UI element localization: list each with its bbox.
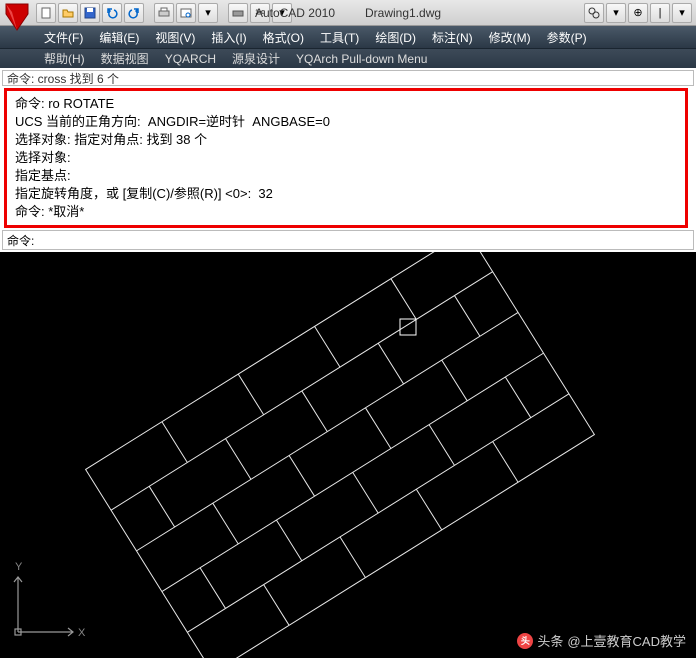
search-dropdown-icon[interactable]: ▾ [606, 3, 626, 23]
drawing-svg: X Y [0, 252, 696, 658]
file-name: Drawing1.dwg [365, 6, 441, 20]
qat-open-icon[interactable] [58, 3, 78, 23]
cmd-line: 选择对象: [15, 149, 677, 167]
drawing-canvas[interactable]: X Y 头 头条 @上壹教育CAD教学 [0, 252, 696, 658]
menubar-1: 文件(F) 编辑(E) 视图(V) 插入(I) 格式(O) 工具(T) 绘图(D… [0, 26, 696, 48]
cmd-line: 命令: *取消* [15, 203, 677, 221]
axis-y-label: Y [15, 561, 23, 573]
cmd-line: 指定基点: [15, 167, 677, 185]
menu-dimension[interactable]: 标注(N) [424, 29, 481, 46]
qat-undo-icon[interactable] [102, 3, 122, 23]
ucs-icon: X Y [14, 561, 86, 639]
cmd-line: 选择对象: 指定对角点: 找到 38 个 [15, 131, 677, 149]
command-input[interactable] [38, 233, 689, 247]
menu-yqarch[interactable]: YQARCH [157, 52, 224, 66]
cmd-line: UCS 当前的正角方向: ANGDIR=逆时针 ANGBASE=0 [15, 113, 677, 131]
menu-parametric[interactable]: 参数(P) [539, 29, 595, 46]
search-button[interactable] [584, 3, 604, 23]
menu-yqarch-pulldown[interactable]: YQArch Pull-down Menu [288, 52, 435, 66]
menu-tools[interactable]: 工具(T) [312, 29, 367, 46]
cmd-line: 指定旋转角度，或 [复制(C)/参照(R)] <0>: 32 [15, 185, 677, 203]
cmd-line: 命令: ro ROTATE [15, 95, 677, 113]
menu-format[interactable]: 格式(O) [255, 29, 312, 46]
watermark: 头 头条 @上壹教育CAD教学 [517, 631, 686, 650]
quick-access-toolbar: ▾ ✂ ▾ [36, 3, 292, 23]
command-history-strip: 命令: cross 找到 6 个 [2, 70, 694, 86]
menu-modify[interactable]: 修改(M) [481, 29, 539, 46]
qat-new-icon[interactable] [36, 3, 56, 23]
titlebar: ▾ ✂ ▾ AutoCAD 2010 Drawing1.dwg ▾ ⊕ | ▾ [0, 0, 696, 26]
command-output-box: 命令: ro ROTATE UCS 当前的正角方向: ANGDIR=逆时针 AN… [4, 88, 688, 228]
command-prompt-label: 命令: [7, 232, 34, 249]
axis-x-label: X [78, 627, 86, 639]
qat-preview-icon[interactable] [176, 3, 196, 23]
qat-plot-icon[interactable] [154, 3, 174, 23]
menu-file[interactable]: 文件(F) [36, 29, 91, 46]
menu-dataview[interactable]: 数据视图 [93, 50, 157, 67]
app-logo-icon[interactable] [2, 2, 32, 32]
menu-help[interactable]: 帮助(H) [36, 50, 93, 67]
qat-print-icon[interactable] [228, 3, 248, 23]
watermark-prefix: 头条 [537, 631, 563, 650]
menu-insert[interactable]: 插入(I) [203, 29, 254, 46]
qat-redo-icon[interactable] [124, 3, 144, 23]
title-center: AutoCAD 2010 Drawing1.dwg [255, 6, 441, 20]
menu-yuanquan[interactable]: 源泉设计 [224, 50, 288, 67]
help-icon[interactable]: ⊕ [628, 3, 648, 23]
watermark-author: @上壹教育CAD教学 [567, 631, 686, 650]
watermark-icon: 头 [517, 633, 533, 649]
title-search-area: ▾ ⊕ | ▾ [584, 3, 692, 23]
sep-icon: | [650, 3, 670, 23]
dropdown-icon[interactable]: ▾ [672, 3, 692, 23]
qat-save-icon[interactable] [80, 3, 100, 23]
menu-edit[interactable]: 编辑(E) [91, 29, 147, 46]
menu-view[interactable]: 视图(V) [147, 29, 203, 46]
qat-publish-icon[interactable]: ▾ [198, 3, 218, 23]
app-name: AutoCAD 2010 [255, 6, 335, 20]
menu-draw[interactable]: 绘图(D) [367, 29, 424, 46]
menubar-2: 帮助(H) 数据视图 YQARCH 源泉设计 YQArch Pull-down … [0, 48, 696, 68]
command-input-row: 命令: [2, 230, 694, 250]
